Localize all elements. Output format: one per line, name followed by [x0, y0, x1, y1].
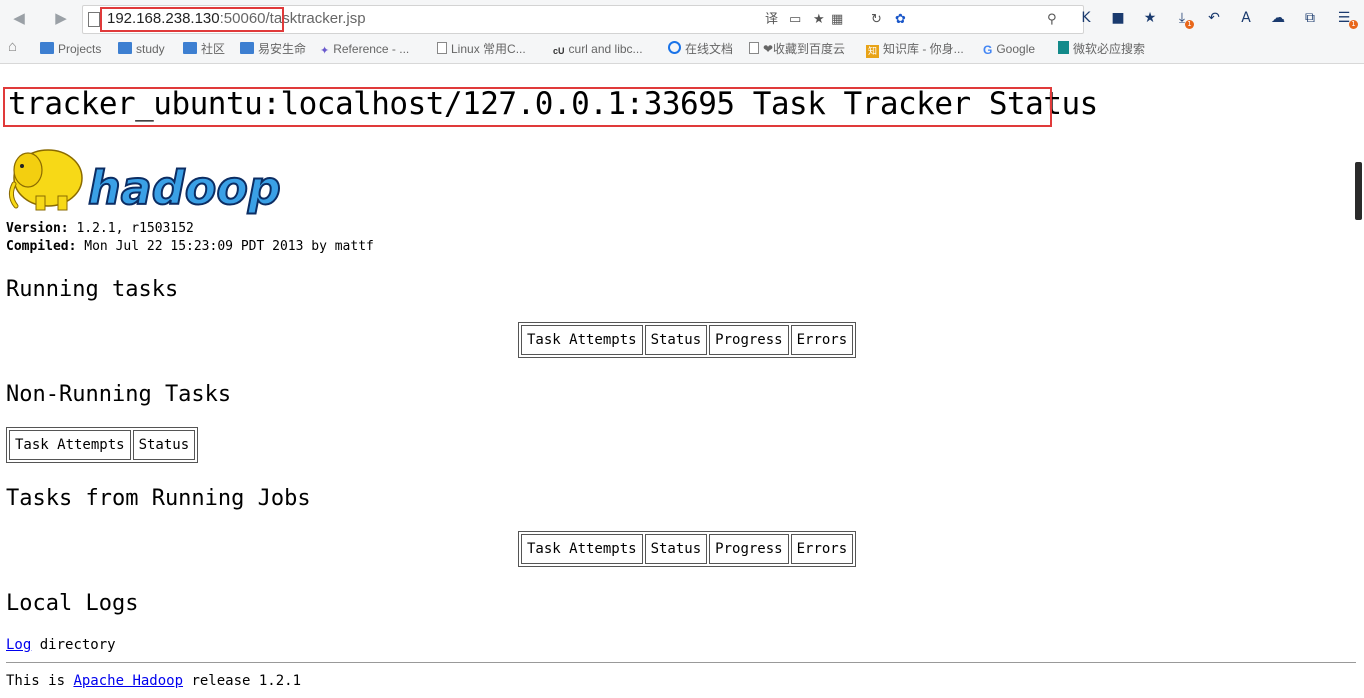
lock-icon[interactable]: ■: [1108, 8, 1128, 28]
log-suffix: directory: [31, 637, 116, 653]
running-tasks-table: Task Attempts Status Progress Errors: [518, 322, 857, 358]
version-line: Version: 1.2.1, r1503152: [6, 221, 194, 236]
hadoop-logo-text: hadoop: [88, 161, 281, 215]
compiled-value: Mon Jul 22 15:23:09 PDT 2013 by mattf: [76, 239, 374, 254]
online-doc-icon: [668, 41, 681, 54]
folder-icon: [183, 42, 197, 54]
reference-icon: ✦: [320, 45, 330, 57]
col-status: Status: [644, 534, 708, 564]
bookmark-projects[interactable]: Projects: [40, 40, 101, 58]
menu-badge: 1: [1349, 20, 1358, 29]
baidu-paw-icon[interactable]: ✿: [895, 10, 906, 30]
reload-icon[interactable]: ↻: [871, 10, 882, 30]
browser-toolbar: ◀ ▶ 192.168.238.130:50060/tasktracker.js…: [0, 0, 1364, 36]
log-link[interactable]: Log: [6, 637, 31, 653]
undo-icon[interactable]: ↶: [1204, 8, 1224, 28]
col-errors: Errors: [790, 325, 854, 355]
bookmark-linux[interactable]: Linux 常用C...: [437, 40, 526, 58]
page-icon: [88, 12, 100, 27]
bing-icon: [1058, 41, 1069, 54]
bookmark-label: 在线文档: [685, 42, 734, 56]
compiled-line: Compiled: Mon Jul 22 15:23:09 PDT 2013 b…: [6, 239, 374, 254]
url-highlight-box: [100, 7, 284, 32]
favorite-star-icon[interactable]: ★: [813, 10, 825, 30]
page-icon: [749, 42, 759, 54]
google-icon: G: [983, 43, 993, 57]
col-progress: Progress: [709, 534, 789, 564]
bookmark-label: ❤收藏到百度云: [763, 42, 846, 56]
col-progress: Progress: [709, 325, 789, 355]
bookmark-bing[interactable]: 微软必应搜索: [1058, 40, 1145, 58]
col-status: Status: [132, 430, 196, 460]
footer-suffix: release 1.2.1: [183, 673, 302, 689]
bookmark-community[interactable]: 社区: [183, 40, 225, 58]
bookmark-yian[interactable]: 易安生命: [240, 40, 306, 58]
search-icon[interactable]: ⚲: [1047, 10, 1057, 30]
non-running-tasks-heading: Non-Running Tasks: [6, 382, 232, 407]
col-task-attempts: Task Attempts: [9, 430, 131, 460]
non-running-tasks-table: Task Attempts Status: [6, 427, 199, 463]
footer-divider: [6, 662, 1356, 663]
bookmark-label: Linux 常用C...: [451, 42, 526, 56]
bookmarks-bar: ⌂ Projects study 社区 易安生命 ✦ Reference - ..…: [0, 36, 1364, 64]
folder-icon: [40, 42, 54, 54]
page-icon: [437, 42, 447, 54]
running-tasks-heading: Running tasks: [6, 277, 179, 302]
folder-icon: [118, 42, 132, 54]
table-header-row: Task Attempts Status Progress Errors: [521, 534, 854, 564]
elephant-icon: [8, 149, 83, 211]
home-icon[interactable]: ⌂: [8, 38, 17, 56]
qrcode-icon[interactable]: ▦: [831, 10, 843, 30]
bookmark-label: study: [136, 42, 165, 56]
bookmark-curl[interactable]: cU curl and libc...: [553, 40, 643, 58]
translate-icon[interactable]: 译: [765, 10, 778, 30]
cloud-icon[interactable]: ☁: [1268, 8, 1288, 28]
bookmark-label: 微软必应搜索: [1073, 42, 1146, 56]
bookmark-study[interactable]: study: [118, 40, 165, 58]
bookmark-label: Reference - ...: [333, 42, 410, 56]
compiled-label: Compiled:: [6, 239, 77, 254]
adblock-icon[interactable]: ▭: [789, 10, 801, 30]
local-logs-heading: Local Logs: [6, 591, 139, 616]
footer-prefix: This is: [6, 673, 74, 689]
table-header-row: Task Attempts Status: [9, 430, 196, 460]
log-directory-line: Log directory: [6, 637, 116, 653]
hadoop-logo: hadoop: [8, 149, 282, 216]
apache-hadoop-link[interactable]: Apache Hadoop: [73, 673, 183, 689]
col-errors: Errors: [790, 534, 854, 564]
download-badge: 1: [1185, 20, 1194, 29]
bookmark-label: Projects: [58, 42, 102, 56]
bookmark-star-icon[interactable]: ★: [1140, 8, 1160, 28]
running-jobs-table: Task Attempts Status Progress Errors: [518, 531, 857, 567]
folder-icon: [240, 42, 254, 54]
bookmark-baidu-cloud[interactable]: ❤收藏到百度云: [749, 40, 845, 58]
forward-arrow-icon[interactable]: ▶: [52, 8, 70, 28]
bookmark-reference[interactable]: ✦ Reference - ...: [320, 40, 409, 58]
curl-icon: cU: [553, 46, 565, 56]
crop-icon[interactable]: ⧉: [1300, 8, 1320, 28]
running-jobs-heading: Tasks from Running Jobs: [6, 486, 311, 511]
version-label: Version:: [6, 221, 69, 236]
bookmark-label: 社区: [201, 42, 226, 56]
zhi-icon: 知: [866, 45, 879, 58]
version-value: 1.2.1, r1503152: [68, 221, 194, 236]
col-task-attempts: Task Attempts: [521, 534, 643, 564]
title-highlight-box: [3, 87, 1052, 127]
bookmark-label: 易安生命: [258, 42, 307, 56]
col-status: Status: [644, 325, 708, 355]
bookmark-label: 知识库 - 你身...: [883, 42, 964, 56]
k-extension-icon[interactable]: K: [1076, 8, 1096, 28]
bookmark-label: Google: [996, 42, 1036, 56]
font-a-icon[interactable]: A: [1236, 8, 1256, 28]
bookmark-google[interactable]: G Google: [983, 40, 1035, 58]
table-header-row: Task Attempts Status Progress Errors: [521, 325, 854, 355]
scrollbar-thumb[interactable]: [1355, 162, 1362, 220]
bookmark-online-doc[interactable]: 在线文档: [668, 40, 733, 58]
col-task-attempts: Task Attempts: [521, 325, 643, 355]
back-arrow-icon[interactable]: ◀: [10, 8, 28, 28]
bookmark-zhishiku[interactable]: 知知识库 - 你身...: [866, 40, 964, 58]
footer-line: This is Apache Hadoop release 1.2.1: [6, 673, 301, 689]
bookmark-label: curl and libc...: [568, 42, 643, 56]
